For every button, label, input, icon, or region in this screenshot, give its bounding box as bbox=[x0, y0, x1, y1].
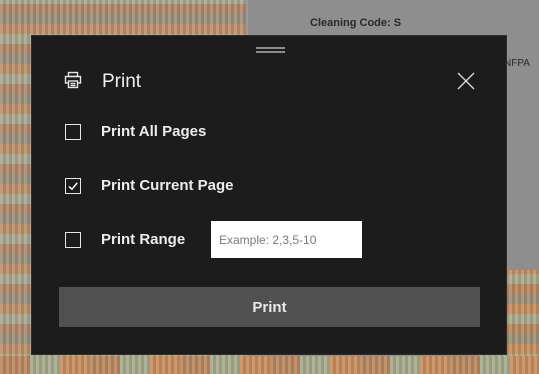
option-label: Print Current Page bbox=[101, 177, 234, 194]
option-label: Print Range bbox=[101, 231, 186, 248]
cleaning-code-text: Cleaning Code: S bbox=[310, 17, 402, 29]
page-range-input[interactable] bbox=[211, 221, 362, 258]
print-button[interactable]: Print bbox=[59, 287, 480, 327]
option-print-current-page[interactable]: Print Current Page bbox=[65, 177, 234, 194]
check-icon bbox=[68, 181, 78, 190]
print-current-page-checkbox[interactable] bbox=[65, 177, 81, 194]
print-range-checkbox[interactable] bbox=[65, 231, 81, 248]
option-print-range[interactable]: Print Range bbox=[65, 231, 185, 248]
fabric-swatch-bottom bbox=[0, 356, 539, 374]
close-icon[interactable] bbox=[457, 72, 475, 90]
side-text: NFPA bbox=[504, 58, 530, 69]
dialog-title: Print bbox=[102, 71, 142, 92]
print-dialog: Print Print All Pages Print Current Page… bbox=[31, 35, 507, 355]
print-all-pages-checkbox[interactable] bbox=[65, 123, 81, 140]
drag-handle[interactable] bbox=[256, 47, 285, 53]
option-label: Print All Pages bbox=[101, 123, 207, 140]
option-print-all-pages[interactable]: Print All Pages bbox=[65, 123, 206, 140]
printer-icon bbox=[64, 71, 82, 89]
